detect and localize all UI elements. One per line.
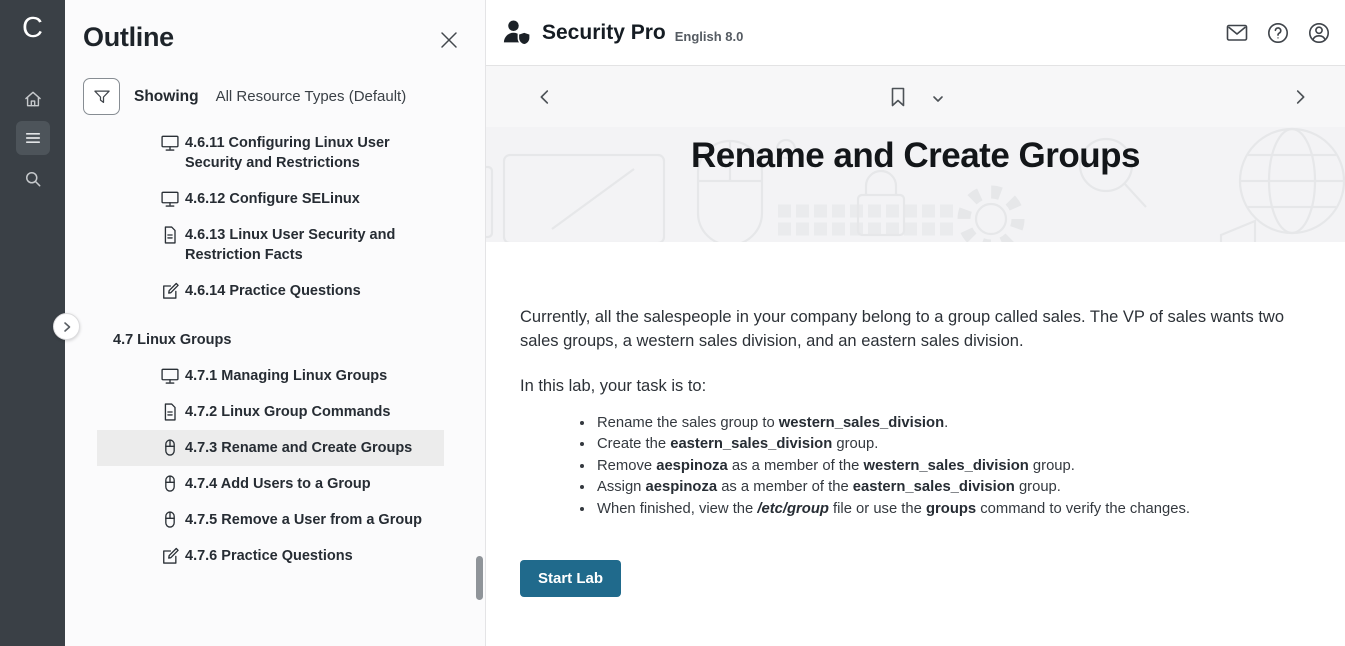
outline-item-row[interactable]: 4.7.3 Rename and Create Groups — [97, 430, 444, 466]
lesson-navbar — [486, 66, 1345, 127]
close-icon[interactable] — [437, 28, 461, 52]
lesson-paragraph: Currently, all the salespeople in your c… — [520, 306, 1293, 354]
task-text-segment: When finished, view the — [597, 501, 757, 517]
task-text-segment: as a member of the — [728, 458, 864, 474]
search-icon[interactable] — [16, 162, 50, 196]
home-icon[interactable] — [16, 82, 50, 116]
outline-item-label: 4.7 Linux Groups — [113, 330, 231, 350]
menu-icon[interactable] — [16, 121, 50, 155]
product-title: Security Pro — [542, 21, 666, 45]
header-actions — [1225, 21, 1331, 45]
main-content: Security Pro English 8.0 — [485, 0, 1345, 646]
video-icon — [160, 133, 180, 153]
outline-list: 4.6.11 Configuring Linux User Security a… — [65, 125, 485, 597]
outline-item-row[interactable]: 4.6.14 Practice Questions — [97, 273, 444, 309]
panel-expand-button[interactable] — [53, 313, 80, 340]
task-text-segment: groups — [926, 501, 976, 517]
outline-title: Outline — [83, 22, 467, 53]
forward-chevron-icon[interactable] — [1289, 86, 1311, 108]
task-text-segment: western_sales_division — [863, 458, 1028, 474]
account-icon[interactable] — [1307, 21, 1331, 45]
outline-item-row[interactable]: 4.7.5 Remove a User from a Group — [97, 502, 444, 538]
task-text-segment: group. — [1015, 479, 1061, 495]
task-text-segment: Assign — [597, 479, 646, 495]
outline-panel: Outline Showing All Resource Types (Defa… — [65, 0, 485, 646]
outline-header: Outline — [65, 0, 485, 53]
task-item: Assign aespinoza as a member of the east… — [595, 477, 1293, 499]
task-text-segment: command to verify the changes. — [976, 501, 1190, 517]
outline-item-label: 4.7.1 Managing Linux Groups — [185, 366, 387, 386]
app-window: C Outline — [0, 0, 1345, 646]
outline-item-row[interactable]: 4.6.11 Configuring Linux User Security a… — [97, 125, 444, 181]
filter-row: Showing All Resource Types (Default) — [83, 78, 467, 115]
document-icon — [160, 225, 180, 245]
outline-item-label: 4.6.14 Practice Questions — [185, 281, 361, 301]
task-text-segment: group. — [832, 436, 878, 452]
task-text-segment: aespinoza — [656, 458, 728, 474]
task-text-segment: western_sales_division — [779, 415, 944, 431]
video-icon — [160, 366, 180, 386]
outline-section-row[interactable]: 4.8 Remote Access — [97, 587, 444, 597]
bookmark-icon[interactable] — [886, 85, 910, 109]
outline-section-row[interactable]: 4.7 Linux Groups — [97, 322, 444, 358]
lab-mouse-icon — [160, 438, 180, 458]
outline-item-label: 4.7.3 Rename and Create Groups — [185, 438, 412, 458]
lab-mouse-icon — [160, 510, 180, 530]
outline-scrollbar-thumb[interactable] — [476, 556, 483, 600]
task-item: Create the eastern_sales_division group. — [595, 434, 1293, 456]
task-text-segment: as a member of the — [717, 479, 853, 495]
task-text-segment: . — [944, 415, 948, 431]
task-text-segment: Create the — [597, 436, 670, 452]
task-text-segment: /etc/group — [757, 501, 829, 517]
video-icon — [160, 189, 180, 209]
practice-questions-icon — [160, 281, 180, 301]
task-list: Rename the sales group to western_sales_… — [595, 413, 1293, 521]
task-text-segment: eastern_sales_division — [670, 436, 832, 452]
task-text-segment: Remove — [597, 458, 656, 474]
outline-item-label: 4.6.12 Configure SELinux — [185, 189, 360, 209]
document-icon — [160, 402, 180, 422]
chevron-down-icon[interactable] — [930, 91, 946, 107]
task-text-segment: eastern_sales_division — [853, 479, 1015, 495]
start-lab-button[interactable]: Start Lab — [520, 560, 621, 597]
help-icon[interactable] — [1266, 21, 1290, 45]
product-edition: English 8.0 — [675, 29, 744, 44]
mail-icon[interactable] — [1225, 21, 1249, 45]
outline-item-label: 4.7.2 Linux Group Commands — [185, 402, 390, 422]
lesson-title: Rename and Create Groups — [486, 127, 1345, 176]
lesson-body: Currently, all the salespeople in your c… — [486, 242, 1345, 597]
task-item: Rename the sales group to western_sales_… — [595, 413, 1293, 435]
title-banner: Rename and Create Groups — [486, 127, 1345, 242]
outline-item-row[interactable]: 4.7.2 Linux Group Commands — [97, 394, 444, 430]
course-header: Security Pro English 8.0 — [486, 0, 1345, 66]
filter-value[interactable]: All Resource Types (Default) — [216, 88, 407, 105]
outline-item-row[interactable]: 4.7.1 Managing Linux Groups — [97, 358, 444, 394]
task-item: Remove aespinoza as a member of the west… — [595, 456, 1293, 478]
task-text-segment: aespinoza — [646, 479, 718, 495]
back-chevron-icon[interactable] — [534, 86, 556, 108]
outline-item-row[interactable]: 4.7.6 Practice Questions — [97, 538, 444, 574]
outline-item-label: 4.7.6 Practice Questions — [185, 546, 353, 566]
outline-item-label: 4.6.11 Configuring Linux User Security a… — [185, 133, 440, 173]
practice-questions-icon — [160, 546, 180, 566]
outline-item-row[interactable]: 4.6.12 Configure SELinux — [97, 181, 444, 217]
outline-item-row[interactable]: 4.6.13 Linux User Security and Restricti… — [97, 217, 444, 273]
outline-item-label: 4.6.13 Linux User Security and Restricti… — [185, 225, 440, 265]
outline-item-row[interactable]: 4.7.4 Add Users to a Group — [97, 466, 444, 502]
lab-mouse-icon — [160, 474, 180, 494]
outline-item-label: 4.7.4 Add Users to a Group — [185, 474, 371, 494]
task-text-segment: Rename the sales group to — [597, 415, 779, 431]
filter-funnel-icon[interactable] — [83, 78, 120, 115]
task-text-segment: file or use the — [829, 501, 926, 517]
bookmark-group — [886, 85, 946, 109]
person-shield-icon — [502, 18, 532, 48]
task-item: When finished, view the /etc/group file … — [595, 499, 1293, 521]
outline-item-label: 4.7.5 Remove a User from a Group — [185, 510, 422, 530]
task-text-segment: group. — [1029, 458, 1075, 474]
outline-item-label: 4.8 Remote Access — [113, 595, 245, 597]
filter-showing-label: Showing — [134, 88, 199, 106]
brand-c-logo: C — [0, 12, 65, 45]
lesson-task-intro: In this lab, your task is to: — [520, 377, 1293, 396]
